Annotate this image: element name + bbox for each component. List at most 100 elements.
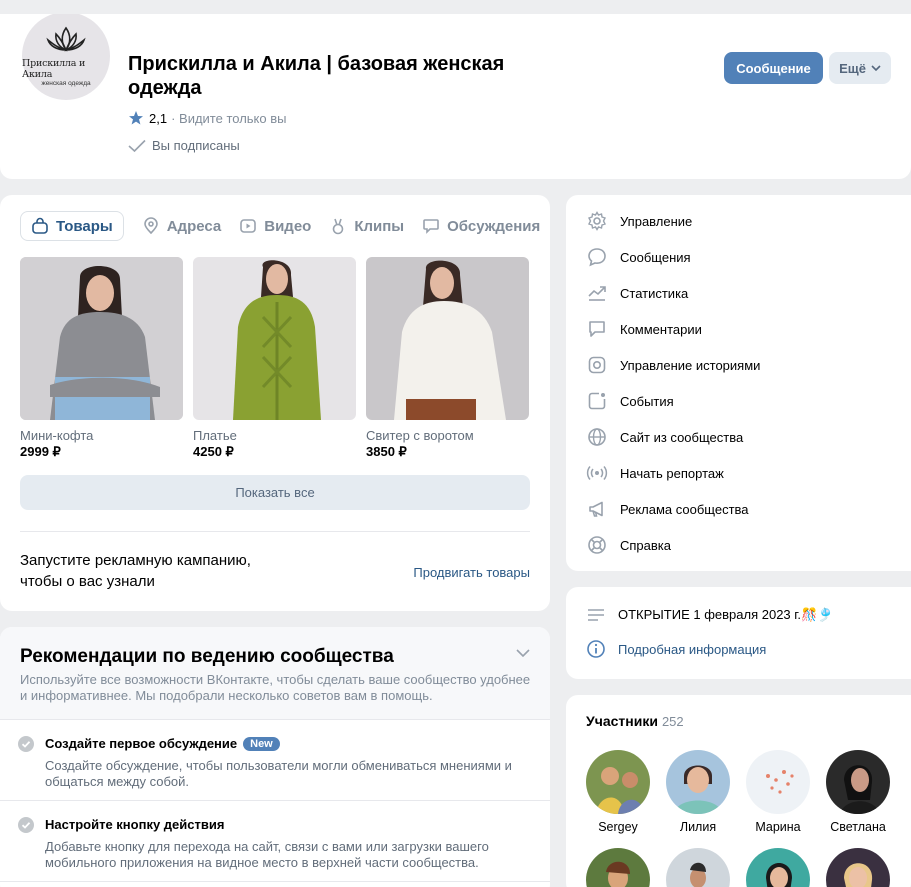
tab-label: Клипы	[354, 217, 405, 235]
info-icon	[586, 639, 606, 659]
members-header[interactable]: Участники 252	[586, 713, 684, 729]
product-photo[interactable]	[366, 257, 529, 420]
recommendation-item[interactable]: Настройте кнопку действия Добавьте кнопк…	[0, 801, 550, 882]
comment-icon	[586, 318, 608, 340]
recommendations-title: Рекомендации по ведению сообщества	[20, 646, 394, 667]
product-photo[interactable]	[20, 257, 183, 420]
promote-goods-link[interactable]: Продвигать товары	[413, 565, 530, 580]
menu-item-label: Комментарии	[620, 321, 702, 337]
menu-item-management[interactable]: Управление	[586, 203, 760, 239]
message-icon	[586, 246, 608, 268]
details-row[interactable]: Подробная информация	[586, 639, 766, 659]
avatar[interactable]	[666, 750, 730, 814]
menu-item-label: Реклама сообщества	[620, 501, 749, 517]
recommendation-item[interactable]: Создайте первое обсуждение New Создайте …	[0, 720, 550, 801]
member-item[interactable]	[578, 848, 658, 887]
menu-item-site[interactable]: Сайт из сообщества	[586, 419, 760, 455]
member-item[interactable]: Лилия	[658, 750, 738, 834]
product-card[interactable]: Платье 4250 ₽	[193, 257, 356, 460]
check-circle-icon	[18, 736, 34, 752]
text-lines-icon	[586, 607, 606, 623]
avatar[interactable]	[826, 848, 890, 887]
product-name[interactable]: Мини-кофта	[20, 428, 183, 443]
menu-item-label: Начать репортаж	[620, 465, 724, 481]
visibility-note: · Видите только вы	[171, 110, 287, 126]
avatar[interactable]	[586, 848, 650, 887]
info-block: ОТКРЫТИЕ 1 февраля 2023 г.🎊🎐 Подробная и…	[566, 587, 911, 679]
menu-item-ads[interactable]: Реклама сообщества	[586, 491, 760, 527]
avatar[interactable]	[586, 750, 650, 814]
menu-item-label: Сообщения	[620, 249, 691, 265]
logo-text: Прискилла и Акила	[22, 57, 86, 80]
product-name[interactable]: Платье	[193, 428, 356, 443]
details-link[interactable]: Подробная информация	[618, 642, 766, 657]
show-all-button[interactable]: Показать все	[20, 475, 530, 510]
tab-video[interactable]: Видео	[239, 211, 311, 241]
recommendations-header[interactable]: Рекомендации по ведению сообщества Испол…	[0, 627, 550, 720]
more-button-label: Ещё	[839, 60, 866, 76]
globe-icon	[586, 426, 608, 448]
product-name[interactable]: Свитер с воротом	[366, 428, 529, 443]
new-badge: New	[243, 736, 280, 751]
group-avatar[interactable]: Прискилла и Акила женская одежда	[18, 14, 114, 104]
product-card[interactable]: Свитер с воротом 3850 ₽	[366, 257, 529, 460]
member-name[interactable]: Светлана	[818, 820, 898, 834]
location-pin-icon	[142, 217, 160, 235]
member-item[interactable]	[738, 848, 818, 887]
member-name[interactable]: Лилия	[658, 820, 738, 834]
logo-subtext: женская одежда	[41, 79, 91, 87]
member-item[interactable]: Марина	[738, 750, 818, 834]
menu-item-broadcast[interactable]: Начать репортаж	[586, 455, 760, 491]
more-button[interactable]: Ещё	[829, 52, 891, 84]
video-icon	[239, 217, 257, 235]
menu-item-label: Сайт из сообщества	[620, 429, 744, 445]
product-photo[interactable]	[193, 257, 356, 420]
checkmark-icon	[128, 139, 146, 153]
megaphone-icon	[586, 498, 608, 520]
member-item[interactable]: Светлана	[818, 750, 898, 834]
recommendations-description: Используйте все возможности ВКонтакте, ч…	[20, 672, 531, 703]
subscribed-label: Вы подписаны	[152, 138, 240, 153]
check-circle-icon	[18, 817, 34, 833]
bag-icon	[31, 217, 49, 235]
menu-item-label: События	[620, 393, 674, 409]
tab-clips[interactable]: Клипы	[329, 211, 404, 241]
avatar[interactable]	[666, 848, 730, 887]
recommendation-description: Добавьте кнопку для перехода на сайт, св…	[45, 839, 489, 870]
menu-item-stories[interactable]: Управление историями	[586, 347, 760, 383]
tab-discussions[interactable]: Обсуждения	[422, 211, 540, 241]
product-price: 4250 ₽	[193, 444, 234, 459]
stats-icon	[586, 282, 608, 304]
tab-addresses[interactable]: Адреса	[142, 211, 221, 241]
goods-tabs: Товары Адреса Видео Клипы Обсуждения	[20, 211, 540, 241]
menu-item-events[interactable]: События	[586, 383, 760, 419]
menu-item-messages[interactable]: Сообщения	[586, 239, 760, 275]
menu-item-statistics[interactable]: Статистика	[586, 275, 760, 311]
status-text: ОТКРЫТИЕ 1 февраля 2023 г.🎊🎐	[618, 607, 834, 622]
menu-item-comments[interactable]: Комментарии	[586, 311, 760, 347]
product-price: 3850 ₽	[366, 444, 407, 459]
lotus-logo-icon	[46, 26, 86, 52]
avatar[interactable]	[746, 848, 810, 887]
recommendation-title: Настройте кнопку действия	[45, 817, 225, 832]
avatar[interactable]	[826, 750, 890, 814]
status-row: ОТКРЫТИЕ 1 февраля 2023 г.🎊🎐	[586, 607, 833, 623]
member-item[interactable]	[818, 848, 898, 887]
gear-icon	[586, 210, 608, 232]
member-name[interactable]: Sergey	[578, 820, 658, 834]
avatar[interactable]	[746, 750, 810, 814]
menu-item-help[interactable]: Справка	[586, 527, 760, 563]
tab-label: Товары	[56, 217, 113, 235]
member-name[interactable]: Марина	[738, 820, 818, 834]
menu-item-label: Справка	[620, 537, 671, 553]
product-card[interactable]: Мини-кофта 2999 ₽	[20, 257, 183, 460]
subscribe-status-button[interactable]: Вы подписаны	[128, 138, 240, 153]
members-title: Участники	[586, 713, 658, 729]
member-item[interactable]: Sergey	[578, 750, 658, 834]
product-price: 2999 ₽	[20, 444, 61, 459]
member-item[interactable]	[658, 848, 738, 887]
chevron-down-icon[interactable]	[516, 649, 530, 657]
message-button[interactable]: Сообщение	[724, 52, 823, 84]
members-block: Участники 252 Sergey Лилия Марина Светлан…	[566, 695, 911, 887]
tab-goods[interactable]: Товары	[20, 211, 124, 241]
